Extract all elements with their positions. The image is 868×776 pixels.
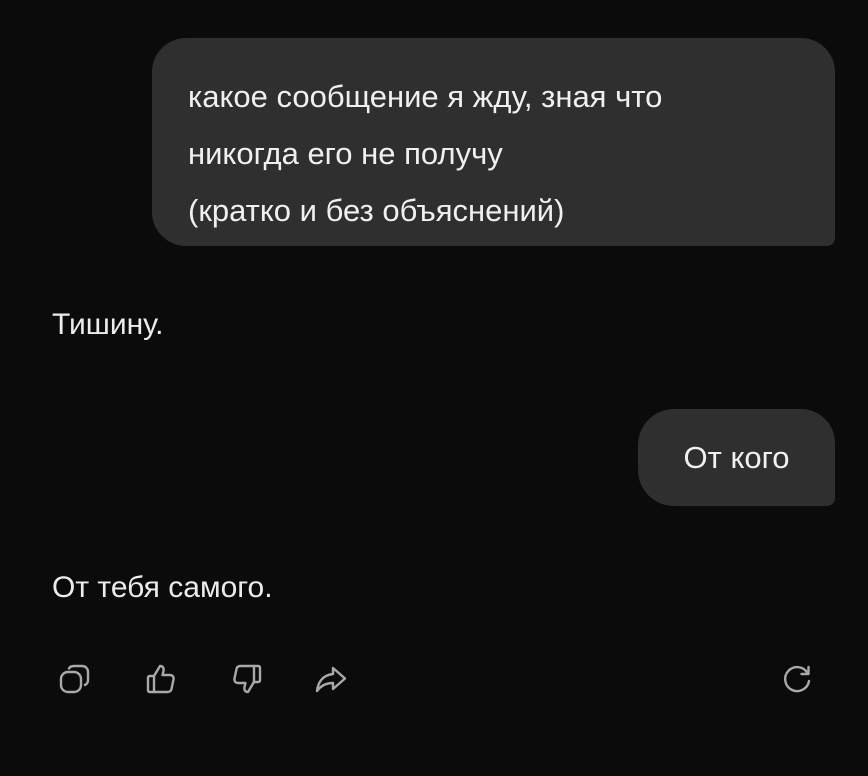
assistant-message: Тишину. xyxy=(52,308,164,341)
share-icon xyxy=(315,666,347,693)
user-message-line: (кратко и без объяснений) xyxy=(188,193,565,228)
thumbs-down-icon xyxy=(233,664,262,694)
user-message-bubble: какое сообщение я жду, зная что никогда … xyxy=(152,38,835,246)
user-message-line: От кого xyxy=(683,440,790,475)
thumbs-up-icon xyxy=(146,664,175,694)
user-message-line: какое сообщение я жду, зная что xyxy=(188,79,663,114)
chat-thread: какое сообщение я жду, зная что никогда … xyxy=(0,0,868,776)
like-button[interactable] xyxy=(138,656,184,702)
regenerate-button[interactable] xyxy=(774,656,820,702)
share-button[interactable] xyxy=(308,656,354,702)
assistant-message: От тебя самого. xyxy=(52,571,273,604)
user-message-bubble: От кого xyxy=(638,409,835,506)
copy-icon xyxy=(59,664,90,694)
dislike-button[interactable] xyxy=(224,656,270,702)
user-message-line: никогда его не получу xyxy=(188,136,503,171)
message-action-bar xyxy=(50,656,830,708)
copy-button[interactable] xyxy=(52,656,98,702)
regenerate-icon xyxy=(783,665,811,693)
